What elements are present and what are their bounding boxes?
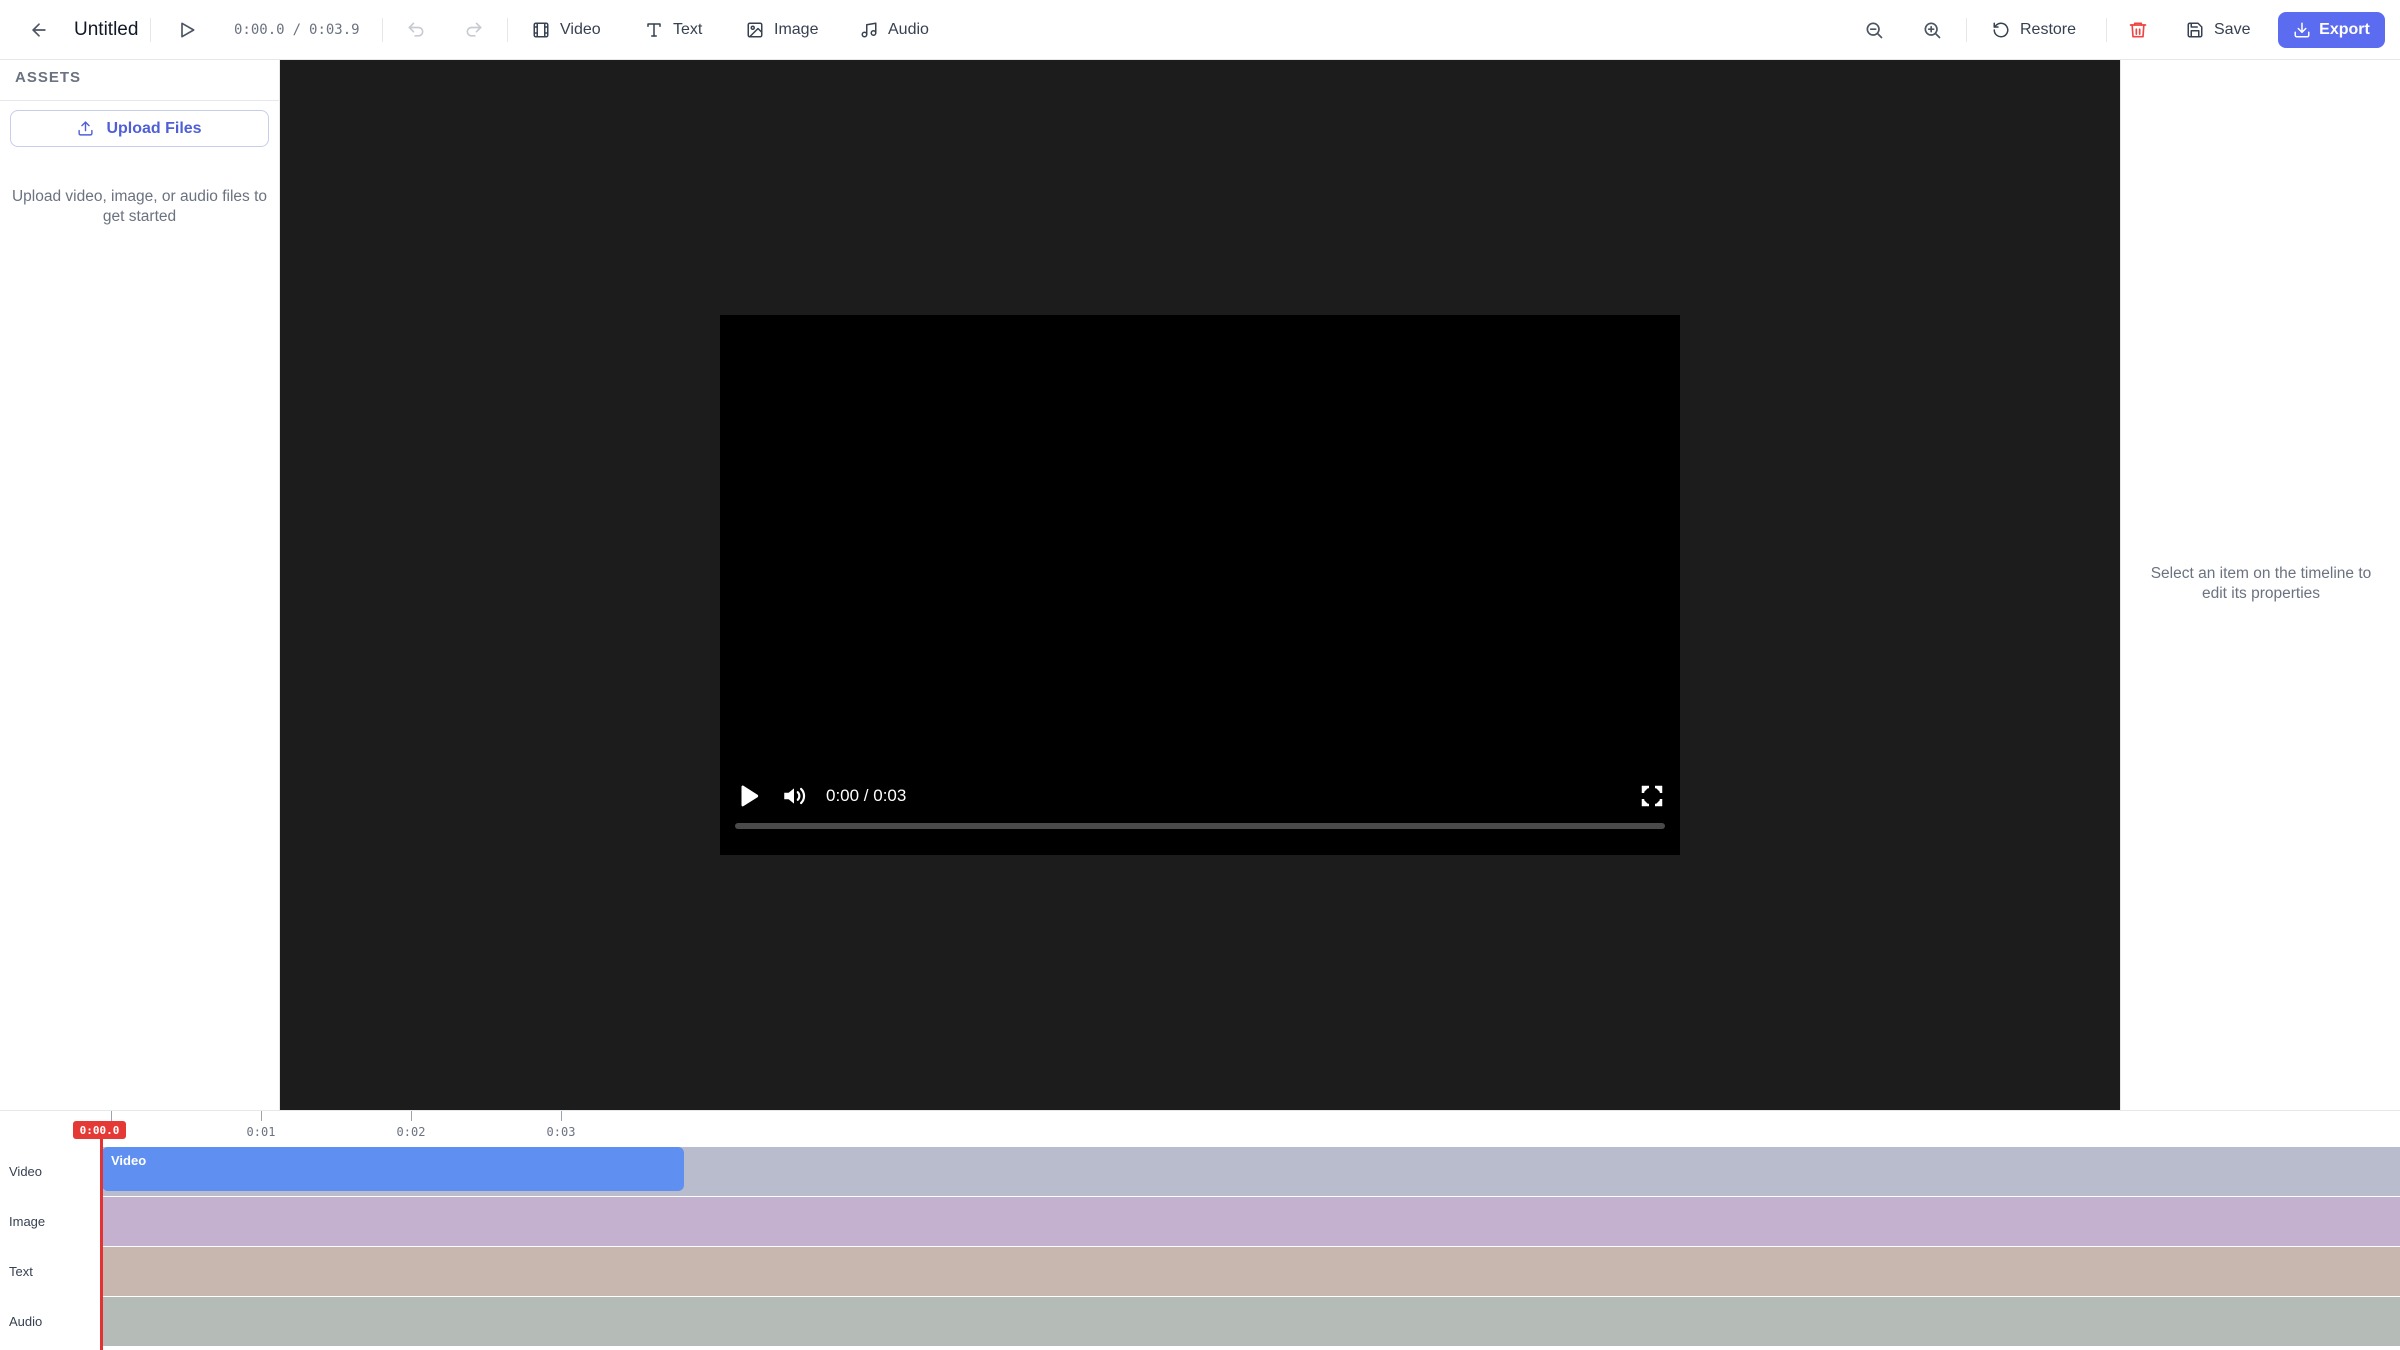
track-label: Image [9,1214,46,1229]
player-play-button[interactable] [735,783,761,809]
redo-button[interactable] [454,0,494,60]
toolbar-divider [507,18,508,42]
back-button[interactable] [19,0,59,60]
track-audio: Audio [0,1297,2400,1346]
video-clip[interactable]: Video [102,1147,684,1191]
upload-files-button[interactable]: Upload Files [10,110,269,147]
volume-icon [784,787,806,805]
play-icon [741,785,759,807]
play-icon [181,22,195,38]
image-icon [747,22,763,38]
export-button[interactable]: Export [2278,12,2385,48]
timeline: 0:01 0:02 0:03 Video Video Image Text Au… [0,1110,2400,1350]
film-icon [533,22,549,38]
add-image-button[interactable]: Image [746,0,818,60]
ruler-tick [111,1111,112,1121]
ruler-tick-label: 0:03 [546,1125,576,1139]
player-time: 0:00 / 0:03 [826,786,907,805]
save-button[interactable]: Save [2186,0,2250,60]
timeline-ruler[interactable]: 0:01 0:02 0:03 [0,1111,2400,1147]
top-toolbar: Untitled 0:00.0 / 0:03.9 Video Text Imag… [0,0,2400,60]
properties-panel: Select an item on the timeline to edit i… [2120,60,2400,1110]
toolbar-divider [2106,18,2107,42]
time-readout: 0:00.0 / 0:03.9 [234,0,360,60]
ruler-tick-label: 0:02 [396,1125,426,1139]
assets-panel: ASSETS Upload Files Upload video, image,… [0,60,280,1110]
save-icon [2187,22,2203,38]
restore-label: Restore [2020,21,2077,38]
total-time: 0:03.9 [309,22,360,38]
player-fullscreen-button[interactable] [1640,784,1664,808]
track-lane-text[interactable] [100,1247,2400,1296]
upload-files-label: Upload Files [106,119,202,137]
track-lane-audio[interactable] [100,1297,2400,1346]
track-text: Text [0,1247,2400,1296]
track-image: Image [0,1197,2400,1246]
add-audio-label: Audio [888,21,929,38]
restore-button[interactable]: Restore [1992,0,2076,60]
track-video: Video Video [0,1147,2400,1196]
text-icon [647,23,661,37]
zoom-out-icon [1866,22,1883,39]
preview-stage: 0:00 / 0:03 [280,60,2120,1110]
upload-icon [78,121,94,136]
zoom-in-icon [1924,22,1941,39]
undo-icon [408,22,424,37]
video-player[interactable]: 0:00 / 0:03 [720,315,1680,855]
track-label: Video [9,1164,43,1179]
trash-icon [2129,22,2147,38]
add-video-label: Video [560,21,601,38]
save-label: Save [2214,21,2251,38]
add-audio-button[interactable]: Audio [860,0,929,60]
properties-empty-hint: Select an item on the timeline to edit i… [2150,565,2372,602]
undo-button[interactable] [396,0,436,60]
fullscreen-icon [1641,785,1663,807]
zoom-out-button[interactable] [1854,0,1894,60]
restore-icon [1993,22,2009,38]
ruler-tick [261,1111,262,1121]
delete-button[interactable] [2118,0,2158,60]
download-icon [2294,22,2310,38]
add-image-label: Image [774,21,819,38]
add-text-button[interactable]: Text [645,0,702,60]
clip-label: Video [111,1153,147,1168]
playhead-time-badge[interactable]: 0:00.0 [73,1121,126,1139]
ruler-tick [561,1111,562,1121]
toolbar-divider [1966,18,1967,42]
track-lane-image[interactable] [100,1197,2400,1246]
back-arrow-icon [32,23,46,37]
add-video-button[interactable]: Video [532,0,601,60]
project-title[interactable]: Untitled [74,0,138,60]
player-volume-button[interactable] [780,783,808,809]
add-text-label: Text [673,21,703,38]
toolbar-divider [150,18,151,42]
play-button[interactable] [167,0,207,60]
export-label: Export [2319,21,2370,38]
redo-icon [466,22,482,37]
playhead[interactable] [100,1130,103,1350]
music-icon [861,22,877,38]
track-label: Text [9,1264,33,1279]
toolbar-divider [382,18,383,42]
zoom-in-button[interactable] [1912,0,1952,60]
ruler-tick-label: 0:01 [246,1125,276,1139]
time-separator: / [292,22,302,38]
track-label: Audio [9,1314,43,1329]
current-time: 0:00.0 [234,22,285,38]
assets-heading: ASSETS [0,60,279,101]
assets-empty-hint: Upload video, image, or audio files to g… [11,188,268,225]
ruler-tick [411,1111,412,1121]
player-progress-bar[interactable] [735,823,1665,829]
